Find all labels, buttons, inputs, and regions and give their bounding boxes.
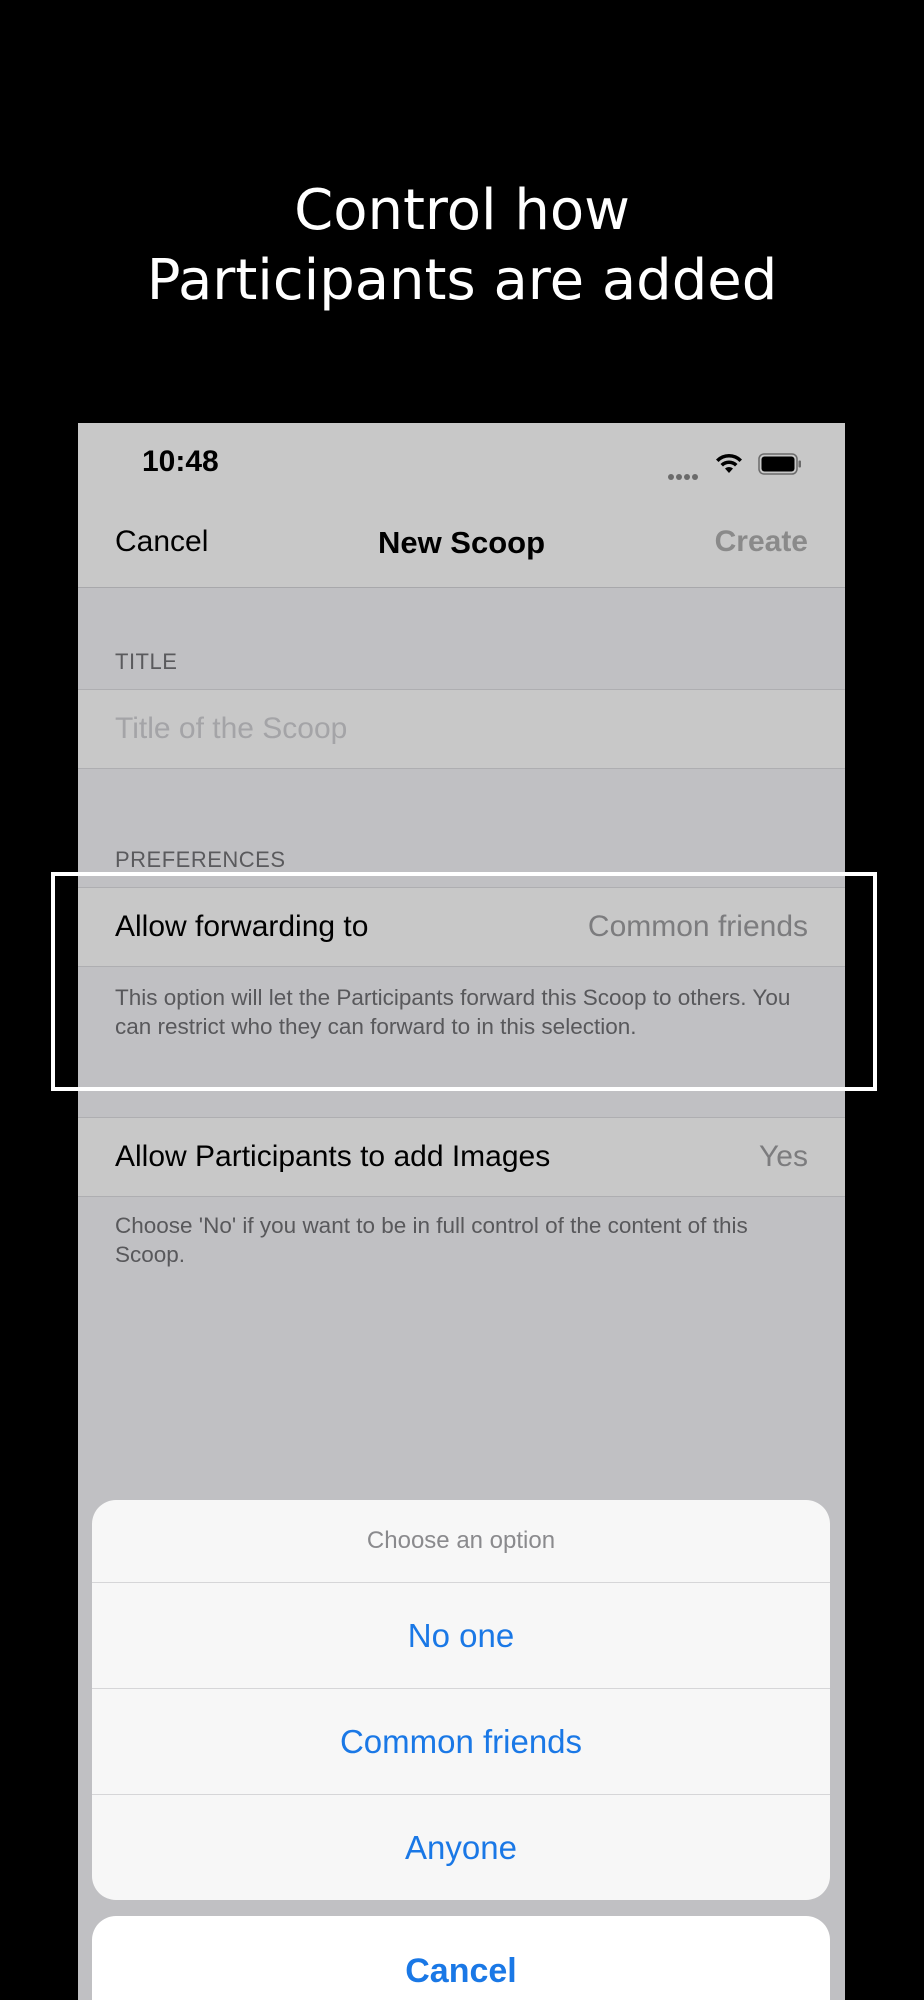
title-input-placeholder[interactable]: Title of the Scoop: [115, 712, 347, 746]
status-time: 10:48: [142, 445, 219, 478]
images-setting-label: Allow Participants to add Images: [115, 1140, 551, 1173]
images-setting-value: Yes: [759, 1140, 808, 1173]
highlight-frame: [51, 872, 877, 1091]
option-no-one[interactable]: No one: [92, 1583, 830, 1689]
images-footnote: Choose 'No' if you want to be in full co…: [115, 1213, 748, 1267]
option-common-friends[interactable]: Common friends: [92, 1689, 830, 1795]
action-sheet-cancel-button[interactable]: Cancel: [92, 1916, 830, 2000]
title-field[interactable]: Title of the Scoop: [78, 689, 845, 769]
navigation-bar: Cancel New Scoop Create: [78, 503, 845, 588]
headline-line-1: Control how: [294, 178, 630, 243]
images-setting-row[interactable]: Allow Participants to add Images Yes: [78, 1117, 845, 1197]
preferences-section-header: PREFERENCES: [115, 847, 286, 872]
promo-headline: Control how Participants are added: [0, 176, 924, 316]
battery-icon: [758, 453, 801, 475]
action-sheet: Choose an option No one Common friends A…: [92, 1500, 830, 1900]
title-section-header: TITLE: [115, 649, 178, 674]
wifi-icon: [716, 453, 742, 473]
signal-icon: [668, 467, 702, 480]
create-button[interactable]: Create: [715, 525, 808, 559]
headline-line-2: Participants are added: [146, 248, 778, 313]
phone-screen: 10:48 Cancel New Scoop Create TITLE Titl…: [78, 423, 845, 2000]
option-anyone[interactable]: Anyone: [92, 1795, 830, 1900]
status-bar: 10:48: [78, 423, 845, 503]
action-sheet-title: Choose an option: [92, 1500, 830, 1583]
